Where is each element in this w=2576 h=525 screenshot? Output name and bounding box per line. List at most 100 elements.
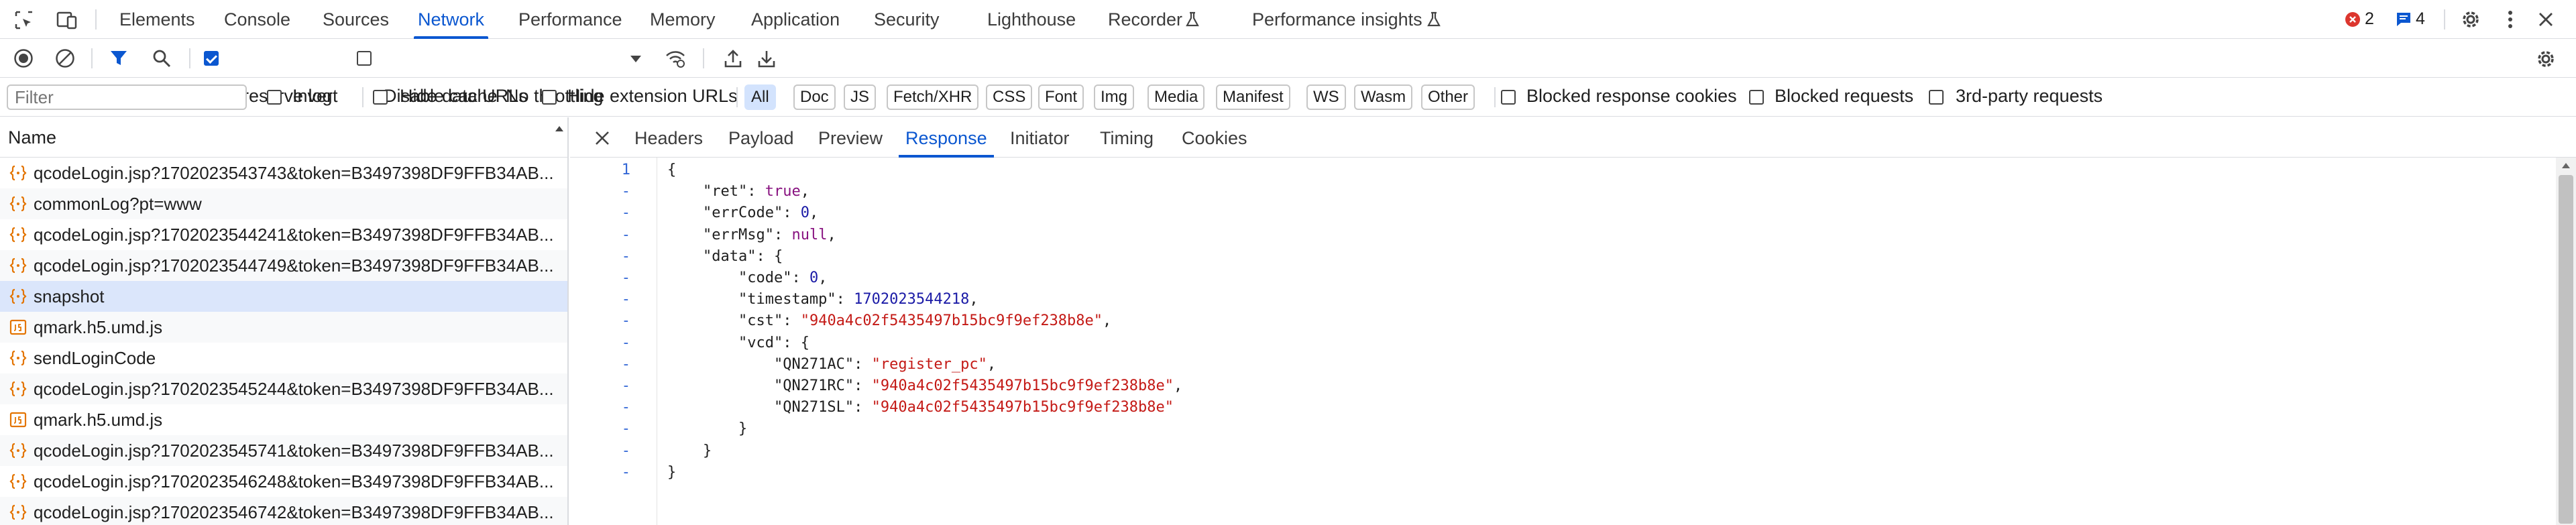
divider <box>736 87 738 107</box>
blocked-response-cookies-checkbox[interactable] <box>1501 90 1516 105</box>
tab-application[interactable]: Application <box>751 0 840 39</box>
tab-initiator[interactable]: Initiator <box>1010 117 1070 158</box>
import-har-icon[interactable] <box>722 47 744 70</box>
hide-extension-urls-checkbox[interactable] <box>542 90 557 105</box>
json-key: "code" <box>738 270 792 286</box>
tab-memory[interactable]: Memory <box>650 0 716 39</box>
json-punctuation: : <box>836 291 854 308</box>
type-filter-js[interactable]: JS <box>844 84 877 110</box>
request-row[interactable]: qcodeLogin.jsp?1702023546248&token=B3497… <box>0 466 567 497</box>
request-row[interactable]: snapshot <box>0 281 567 312</box>
tab-payload[interactable]: Payload <box>728 117 794 158</box>
json-punctuation <box>667 248 703 265</box>
request-row[interactable]: qmark.h5.umd.js <box>0 312 567 343</box>
request-name: qcodeLogin.jsp?1702023544749&token=B3497… <box>34 255 554 276</box>
tab-preview[interactable]: Preview <box>818 117 883 158</box>
divider <box>362 87 363 107</box>
invert-checkbox[interactable] <box>267 90 282 105</box>
tab-console[interactable]: Console <box>224 0 290 39</box>
line-number: - <box>621 442 630 459</box>
tab-elements[interactable]: Elements <box>119 0 195 39</box>
type-filter-ws[interactable]: WS <box>1306 84 1346 110</box>
third-party-requests-checkbox[interactable] <box>1929 90 1944 105</box>
close-detail-icon[interactable] <box>593 129 612 148</box>
code-line: "errMsg": null, <box>667 227 836 243</box>
disable-cache-checkbox[interactable] <box>357 51 372 66</box>
network-toolbar: Preserve log Disable cache No throttling <box>0 39 2576 106</box>
code-line: } <box>667 464 676 481</box>
json-punctuation: : <box>773 226 792 243</box>
request-row[interactable]: qcodeLogin.jsp?1702023544749&token=B3497… <box>0 250 567 281</box>
filter-input[interactable] <box>7 84 247 110</box>
chevron-down-icon[interactable] <box>628 51 644 67</box>
preserve-log-checkbox[interactable] <box>204 51 219 66</box>
tab-sources[interactable]: Sources <box>323 0 389 39</box>
type-filter-wasm[interactable]: Wasm <box>1354 84 1413 110</box>
blocked-requests-checkbox[interactable] <box>1749 90 1764 105</box>
export-har-icon[interactable] <box>755 47 778 70</box>
request-detail-pane: Headers Payload Preview Response Initiat… <box>570 117 2576 525</box>
type-filter-fetch-xhr[interactable]: Fetch/XHR <box>887 84 979 110</box>
json-number: 1702023544218 <box>854 291 970 308</box>
json-string: "940a4c02f5435497b15bc9f9ef238b8e" <box>800 312 1103 330</box>
tab-performance[interactable]: Performance <box>518 0 622 39</box>
code-line: "QN271AC": "register_pc", <box>667 356 996 373</box>
divider <box>703 48 704 68</box>
tab-headers[interactable]: Headers <box>634 117 703 158</box>
record-icon[interactable] <box>12 47 35 70</box>
network-conditions-icon[interactable] <box>664 47 687 70</box>
sort-up-icon[interactable] <box>554 124 565 133</box>
tab-cookies[interactable]: Cookies <box>1182 117 1247 158</box>
type-filter-img[interactable]: Img <box>1094 84 1135 110</box>
message-icon[interactable] <box>2396 11 2412 27</box>
clear-icon[interactable] <box>54 47 76 70</box>
code-line: "ret": true, <box>667 183 809 200</box>
request-row[interactable]: qcodeLogin.jsp?1702023544241&token=B3497… <box>0 219 567 250</box>
message-count[interactable]: 4 <box>2416 9 2425 29</box>
type-filter-doc[interactable]: Doc <box>793 84 836 110</box>
request-row[interactable]: qcodeLogin.jsp?1702023543743&token=B3497… <box>0 158 567 188</box>
request-row[interactable]: qcodeLogin.jsp?1702023546742&token=B3497… <box>0 497 567 525</box>
json-punctuation: , <box>969 291 978 308</box>
device-toolbar-icon[interactable] <box>55 8 79 32</box>
request-row[interactable]: qcodeLogin.jsp?1702023545741&token=B3497… <box>0 435 567 466</box>
tab-recorder[interactable]: Recorder <box>1108 0 1182 39</box>
inspect-element-icon[interactable] <box>12 8 36 32</box>
type-filter-font[interactable]: Font <box>1038 84 1084 110</box>
request-row[interactable]: commonLog?pt=www <box>0 188 567 219</box>
error-icon[interactable] <box>2345 11 2361 27</box>
more-options-icon[interactable] <box>2498 7 2522 32</box>
tab-lighthouse[interactable]: Lighthouse <box>987 0 1076 39</box>
fetch-xhr-icon <box>9 226 27 243</box>
scroll-up-icon[interactable] <box>2561 162 2571 170</box>
tab-network[interactable]: Network <box>413 0 489 39</box>
tab-security[interactable]: Security <box>874 0 940 39</box>
hide-data-urls-checkbox[interactable] <box>373 90 388 105</box>
json-string: "940a4c02f5435497b15bc9f9ef238b8e" <box>871 399 1174 416</box>
line-number-gutter: 1 - - - - - - - - - - - - - - <box>570 158 657 525</box>
tab-performance-insights[interactable]: Performance insights <box>1252 0 1422 39</box>
type-filter-media[interactable]: Media <box>1147 84 1205 110</box>
json-literal: true <box>765 183 801 200</box>
type-filter-other[interactable]: Other <box>1421 84 1475 110</box>
settings-gear-icon[interactable] <box>2459 7 2483 32</box>
close-devtools-icon[interactable] <box>2534 7 2558 32</box>
scrollbar-thumb[interactable] <box>2559 175 2573 524</box>
name-column-header[interactable]: Name <box>0 117 567 158</box>
json-string: "940a4c02f5435497b15bc9f9ef238b8e" <box>871 377 1174 394</box>
search-icon[interactable] <box>150 47 173 70</box>
request-row[interactable]: sendLoginCode <box>0 343 567 373</box>
vertical-scrollbar[interactable] <box>2556 158 2576 525</box>
request-row[interactable]: qcodeLogin.jsp?1702023545244&token=B3497… <box>0 373 567 404</box>
request-list: Name qcodeLogin.jsp?1702023543743&token=… <box>0 117 569 525</box>
tab-timing[interactable]: Timing <box>1100 117 1154 158</box>
tab-response[interactable]: Response <box>899 117 994 158</box>
filter-funnel-icon[interactable] <box>107 47 130 70</box>
type-filter-all[interactable]: All <box>744 84 776 110</box>
request-row[interactable]: qmark.h5.umd.js <box>0 404 567 435</box>
type-filter-manifest[interactable]: Manifest <box>1216 84 1290 110</box>
type-filter-css[interactable]: CSS <box>986 84 1033 110</box>
fetch-xhr-icon <box>9 195 27 213</box>
network-settings-gear-icon[interactable] <box>2534 47 2558 71</box>
error-count[interactable]: 2 <box>2365 9 2374 29</box>
